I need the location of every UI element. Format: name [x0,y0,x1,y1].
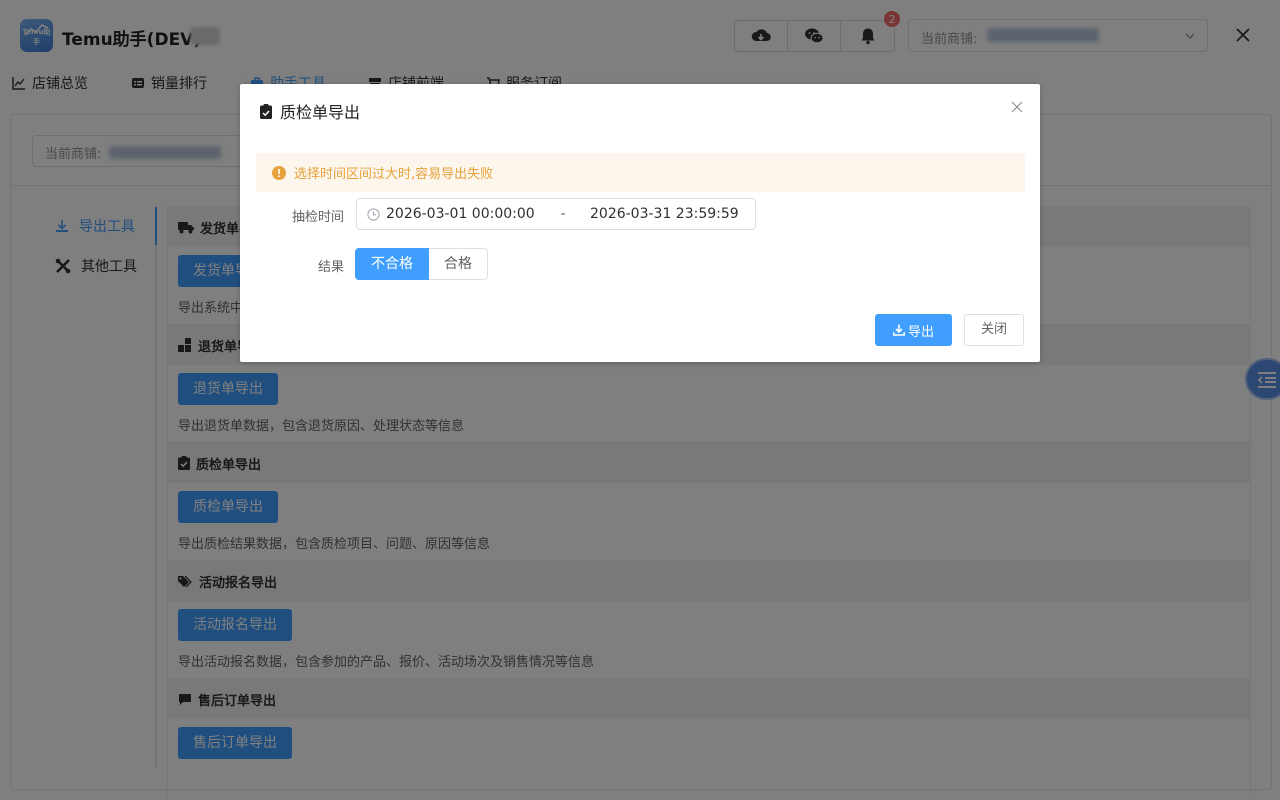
clipboard-check-icon [260,103,272,119]
range-end-input[interactable]: 2026-03-31 23:59:59 [590,206,739,222]
result-label: 结果 [317,260,344,275]
clock-icon [367,207,380,221]
qc-export-dialog: 质检单导出 选择时间区间过大时,容易导出失败 抽检时间 2026-03-01 0… [240,84,1040,362]
download-icon [893,324,905,336]
dialog-title: 质检单导出 [280,103,361,122]
result-fail-option[interactable]: 不合格 [355,248,429,280]
warning-icon [272,165,286,180]
range-separator: - [560,206,566,222]
result-pass-option[interactable]: 合格 [429,248,488,280]
range-start-input[interactable]: 2026-03-01 00:00:00 [386,206,536,222]
warning-alert: 选择时间区间过大时,容易导出失败 [256,153,1025,192]
export-button[interactable]: 导出 [875,314,952,346]
export-button-label: 导出 [907,324,934,340]
dialog-header: 质检单导出 [260,99,360,123]
dialog-close-icon[interactable] [1010,100,1024,114]
date-range-picker[interactable]: 2026-03-01 00:00:00 - 2026-03-31 23:59:5… [356,198,756,230]
inspection-time-label: 抽检时间 [291,210,344,225]
close-button[interactable]: 关闭 [964,314,1024,346]
alert-text: 选择时间区间过大时,容易导出失败 [294,167,494,182]
result-radio-group: 不合格 合格 [355,248,488,280]
